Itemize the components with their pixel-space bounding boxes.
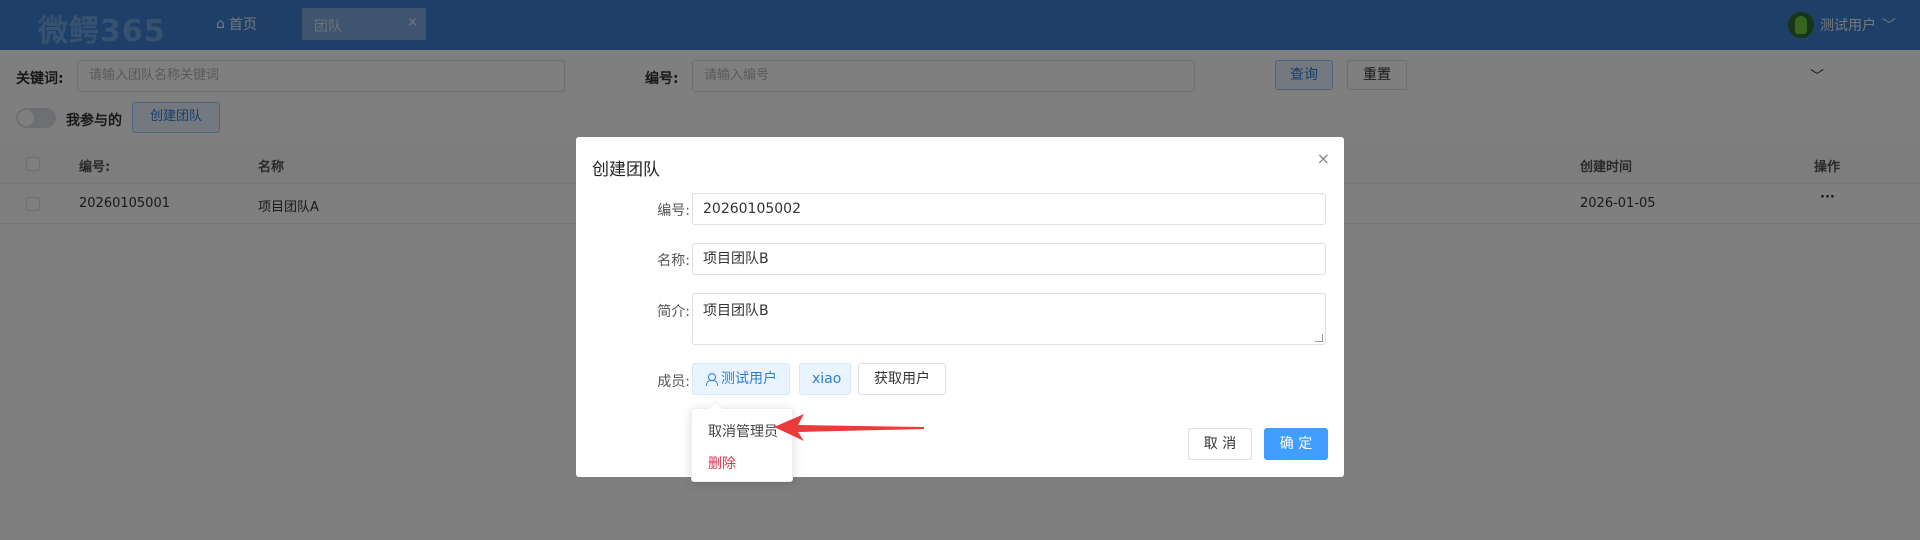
- confirm-button[interactable]: 确 定: [1264, 428, 1328, 460]
- cancel-button[interactable]: 取 消: [1188, 428, 1252, 460]
- annotation-arrow-shape: [774, 414, 924, 441]
- name-field[interactable]: 项目团队B: [692, 243, 1326, 275]
- dialog-title: 创建团队: [592, 160, 660, 180]
- code-field[interactable]: 20260105002: [692, 193, 1326, 225]
- close-icon[interactable]: ×: [1317, 149, 1330, 168]
- member-name: xiao: [812, 371, 842, 387]
- member-name: 测试用户: [721, 371, 777, 387]
- member-tag[interactable]: xiao: [799, 363, 851, 395]
- code-field-label: 编号:: [657, 203, 690, 219]
- user-icon: [705, 373, 718, 386]
- member-tag-admin[interactable]: 测试用户: [692, 363, 790, 395]
- name-field-label: 名称:: [657, 253, 690, 269]
- resize-handle-icon[interactable]: [1315, 334, 1323, 342]
- intro-field-label: 简介:: [657, 304, 690, 320]
- fetch-users-button[interactable]: 获取用户: [858, 363, 946, 395]
- intro-textarea[interactable]: 项目团队B: [692, 293, 1326, 345]
- intro-text: 项目团队B: [703, 303, 769, 319]
- menu-item-delete[interactable]: 删除: [708, 453, 736, 473]
- menu-item-revoke-admin[interactable]: 取消管理员: [708, 421, 778, 441]
- annotation-arrow-icon: [774, 414, 924, 441]
- members-label: 成员:: [657, 374, 690, 390]
